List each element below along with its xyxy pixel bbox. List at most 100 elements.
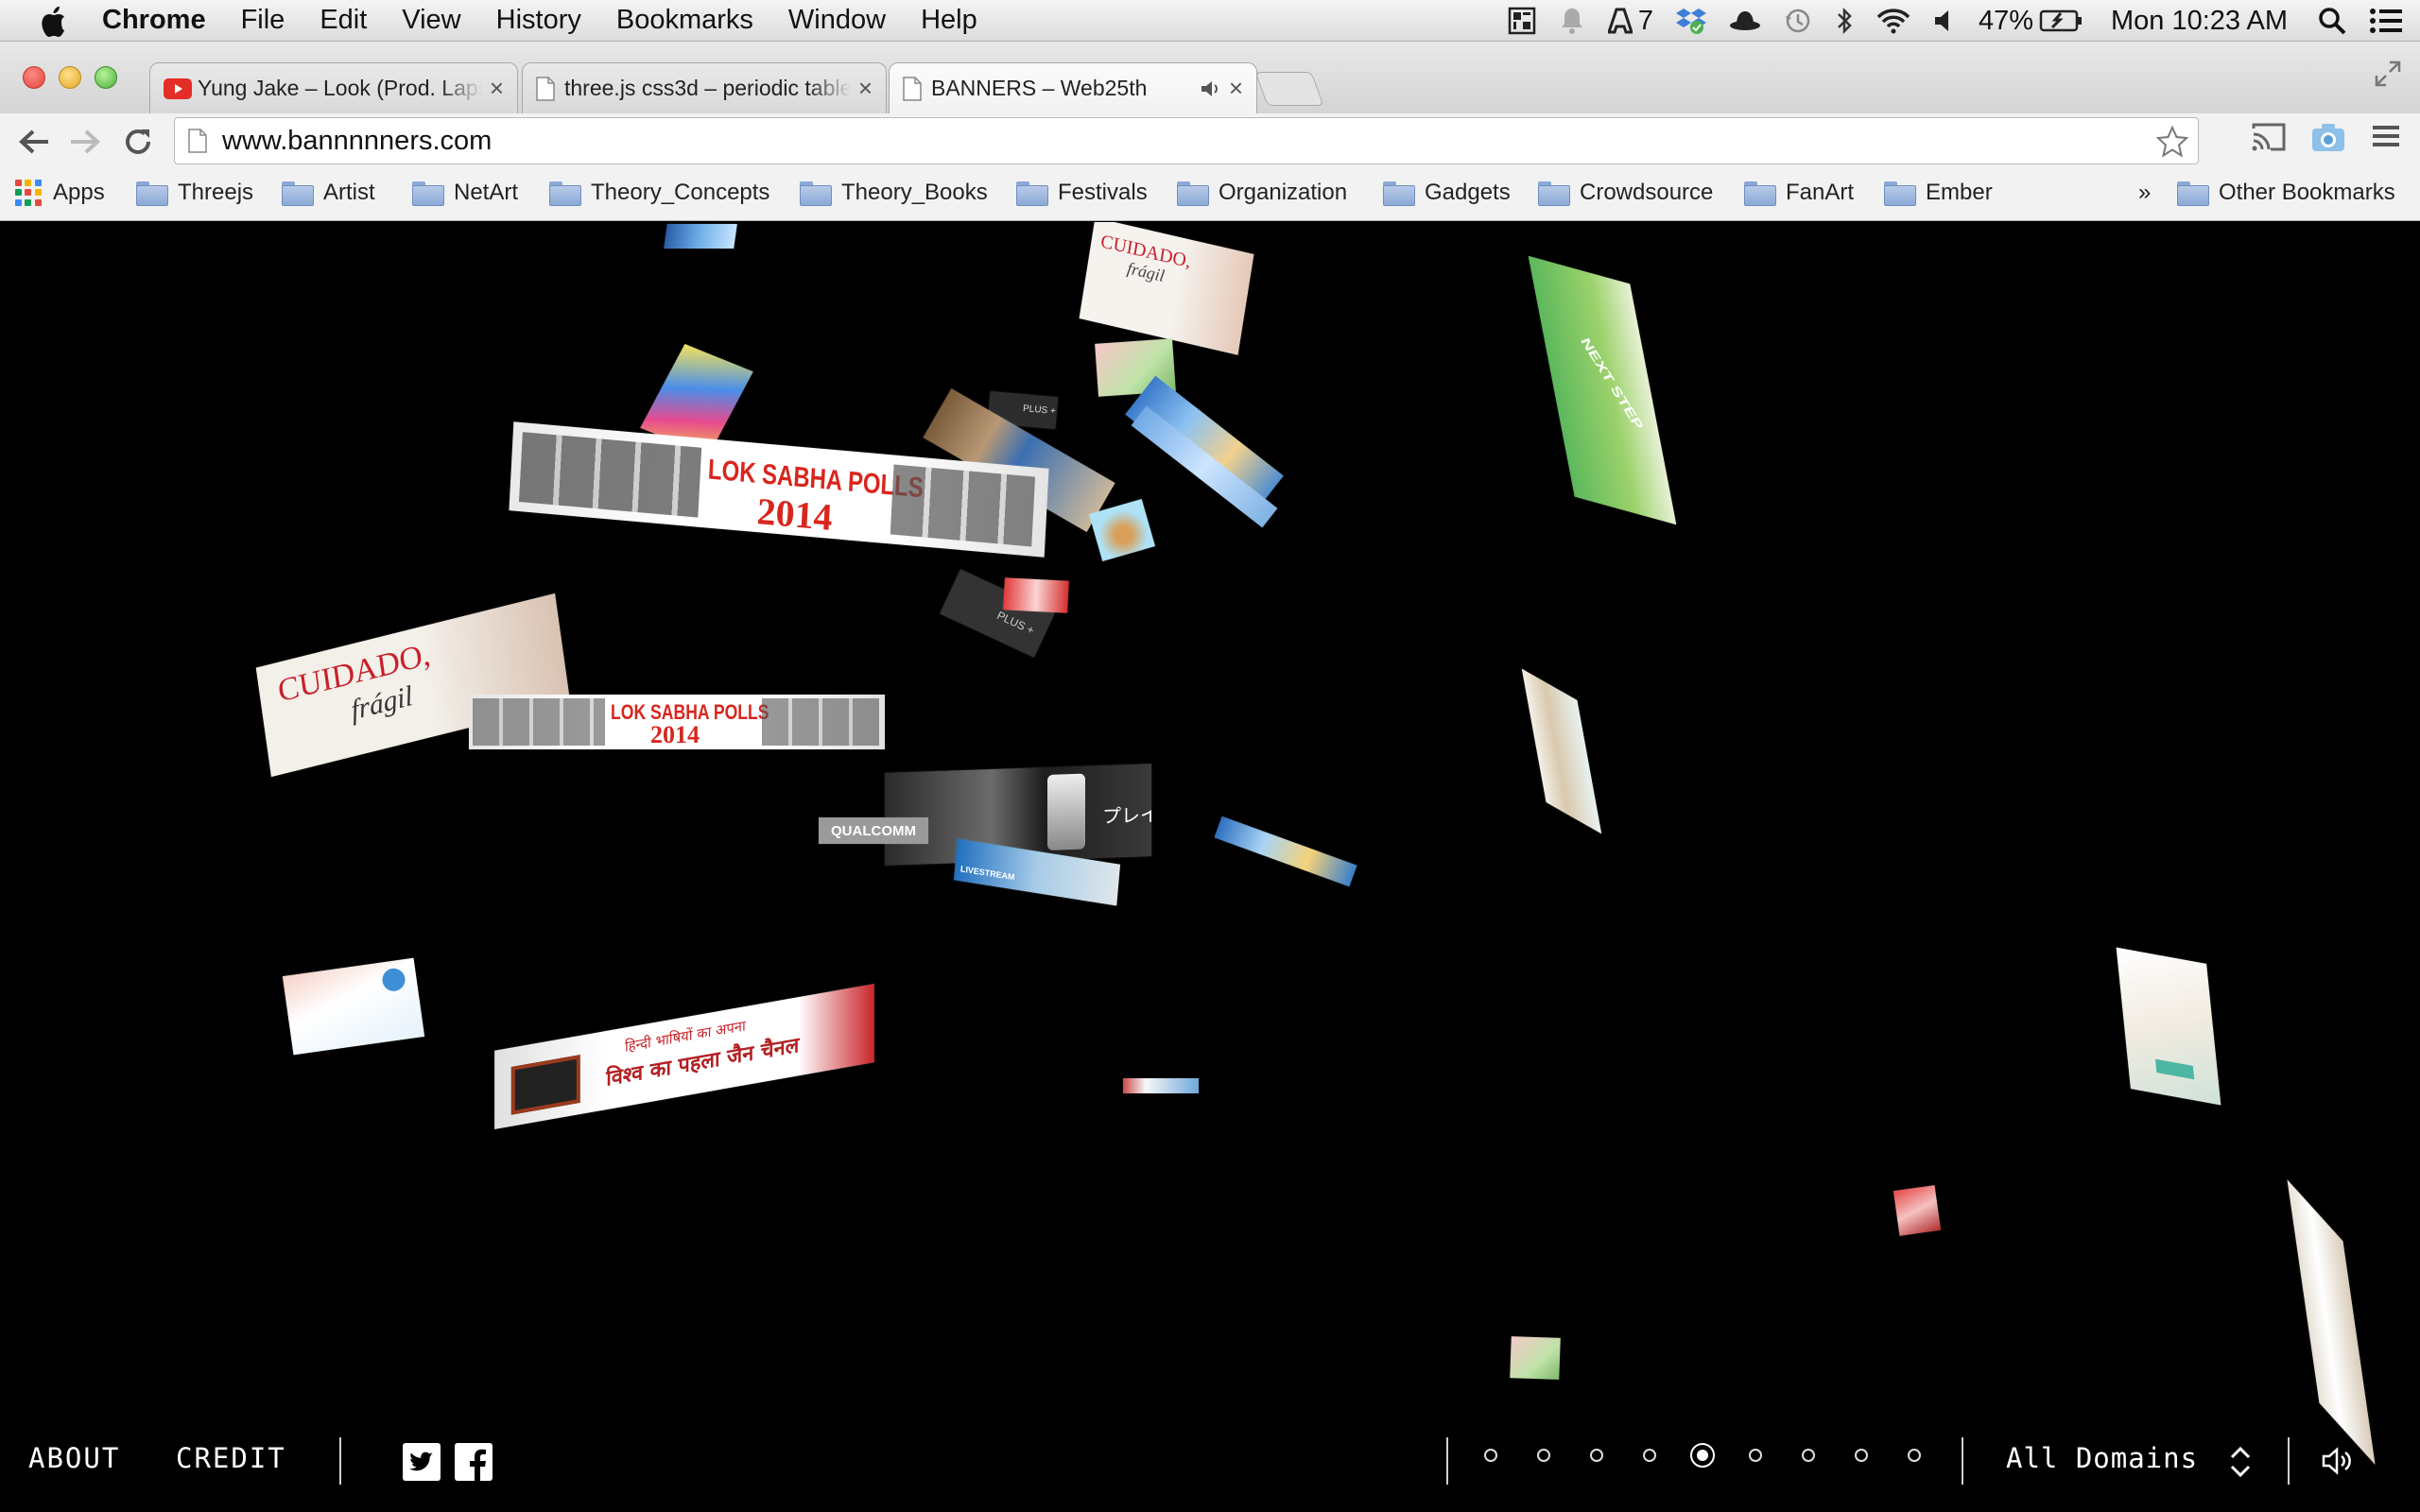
facebook-link[interactable] (455, 1443, 493, 1486)
tab-close-button[interactable]: × (858, 74, 873, 103)
tab-threejs[interactable]: three.js css3d – periodic table × (522, 62, 887, 113)
banner-hindi-jain-channel[interactable]: हिन्दी भाषियों का अपना विश्व का पहला जैन… (494, 983, 874, 1130)
bookmark-folder-gadgets[interactable]: Gadgets (1383, 180, 1511, 206)
address-bar[interactable]: www.bannnnners.com (174, 117, 2199, 164)
pagination-dot-selected[interactable] (1690, 1443, 1715, 1468)
camera-icon (2312, 124, 2344, 151)
menu-file[interactable]: File (241, 5, 285, 36)
tab-close-button[interactable]: × (1229, 74, 1243, 103)
bookmark-star-icon[interactable] (2156, 126, 2188, 158)
candidate-portraits (890, 464, 1036, 547)
menu-help[interactable]: Help (921, 5, 977, 36)
banner-product-tall-right[interactable] (2116, 947, 2221, 1106)
folder-icon (282, 181, 314, 206)
tab-banners-active[interactable]: BANNERS – Web25th × (889, 62, 1257, 113)
pagination-dot[interactable] (1590, 1449, 1603, 1462)
tab-close-button[interactable]: × (490, 74, 504, 103)
bookmark-folder-festivals[interactable]: Festivals (1016, 180, 1148, 206)
banner-ad-light-blue[interactable] (282, 957, 425, 1056)
banner-ad-thumb-red[interactable] (1003, 577, 1069, 613)
pagination-dot[interactable] (1908, 1449, 1921, 1462)
page-icon (903, 76, 922, 101)
bookmarks-overflow-chevron[interactable]: » (2138, 180, 2151, 206)
adobe-updates[interactable]: 7 (1607, 6, 1653, 37)
banner-qualcomm-logo[interactable]: QUALCOMM (819, 817, 928, 844)
domain-select[interactable]: All Domains (2006, 1442, 2198, 1474)
bookmark-folder-crowdsource[interactable]: Crowdsource (1538, 180, 1713, 206)
banner-lok-sabha-polls-small[interactable]: LOK SABHA POLLS 2014 (469, 695, 885, 749)
twitter-link[interactable] (403, 1443, 441, 1486)
bookmark-folder-theory-concepts[interactable]: Theory_Concepts (549, 180, 769, 206)
banner-campaign-green-large[interactable]: NEXT STEP (1528, 255, 1677, 525)
domain-select-toggle[interactable] (2229, 1445, 2252, 1484)
banner-cuidado-fragil-top[interactable]: CUIDADO, frágil (1079, 222, 1254, 355)
banner-blue-strip-3[interactable] (1214, 816, 1357, 887)
banner-ad-tiny-center[interactable] (1123, 1078, 1199, 1093)
bookmark-folder-threejs[interactable]: Threejs (136, 180, 253, 206)
url-text[interactable]: www.bannnnners.com (222, 126, 492, 157)
banner-cuidado-fragil-large[interactable]: CUIDADO, frágil (255, 593, 571, 778)
tab-youtube[interactable]: Yung Jake – Look (Prod. Lapse) × (149, 62, 518, 113)
forward-button[interactable] (62, 119, 108, 164)
notification-center-icon[interactable] (2369, 7, 2403, 35)
bookmark-folder-organization[interactable]: Organization (1177, 180, 1347, 206)
page-icon (188, 129, 207, 153)
folder-icon (1884, 181, 1916, 206)
pagination-dot[interactable] (1749, 1449, 1762, 1462)
screenshot-extension-button[interactable] (2310, 121, 2346, 158)
about-link[interactable]: ABOUT (28, 1442, 120, 1474)
folder-icon (2177, 181, 2209, 206)
bluetooth-icon[interactable] (1835, 7, 1854, 35)
menu-view[interactable]: View (402, 5, 460, 36)
window-zoom-button[interactable] (95, 66, 117, 89)
bookmark-folder-ember[interactable]: Ember (1884, 180, 1993, 206)
window-minimize-button[interactable] (59, 66, 81, 89)
banner-ad-thumb-green-bottom[interactable] (1510, 1336, 1561, 1380)
wifi-icon[interactable] (1876, 8, 1910, 34)
chrome-menu-button[interactable] (2371, 121, 2401, 156)
window-grid-icon[interactable] (1508, 7, 1536, 35)
notification-bell-icon[interactable] (1559, 7, 1585, 35)
menu-app-name[interactable]: Chrome (102, 5, 206, 36)
sound-toggle-button[interactable] (2322, 1447, 2354, 1480)
banners-3d-canvas[interactable]: CUIDADO, frágil NEXT STEP PLUS + PLUS + … (0, 222, 2420, 1512)
menu-window[interactable]: Window (788, 5, 886, 36)
bookmark-folder-artist[interactable]: Artist (282, 180, 375, 206)
menu-history[interactable]: History (496, 5, 581, 36)
cast-button[interactable] (2250, 121, 2288, 158)
credit-link[interactable]: CREDIT (176, 1442, 286, 1474)
fullscreen-icon[interactable] (2373, 59, 2403, 89)
menu-edit[interactable]: Edit (320, 5, 367, 36)
time-machine-icon[interactable] (1784, 7, 1812, 35)
bowler-hat-icon[interactable] (1729, 9, 1761, 32)
menu-bookmarks[interactable]: Bookmarks (616, 5, 753, 36)
window-close-button[interactable] (23, 66, 45, 89)
pagination-dot[interactable] (1643, 1449, 1656, 1462)
folder-icon (1177, 181, 1209, 206)
bookmark-folder-netart[interactable]: NetArt (412, 180, 518, 206)
back-button[interactable] (11, 119, 57, 164)
battery-status[interactable]: 47% (1979, 6, 2083, 37)
apple-menu-icon[interactable] (36, 2, 74, 40)
pagination-dot[interactable] (1855, 1449, 1868, 1462)
new-tab-button[interactable] (1254, 72, 1324, 106)
dropbox-icon[interactable] (1675, 7, 1706, 35)
bookmark-folder-theory-books[interactable]: Theory_Books (800, 180, 988, 206)
banner-ad-thumb-top[interactable] (664, 224, 737, 249)
clock[interactable]: Mon 10:23 AM (2111, 6, 2288, 37)
pagination-dot[interactable] (1802, 1449, 1815, 1462)
bookmark-label: Artist (323, 180, 375, 205)
bookmark-folder-other[interactable]: Other Bookmarks (2177, 180, 2395, 206)
browser-toolbar: www.bannnnners.com (0, 113, 2420, 170)
pagination-dot[interactable] (1537, 1449, 1550, 1462)
bookmark-apps[interactable]: Apps (15, 180, 105, 206)
reload-icon (126, 129, 150, 154)
tab-audio-icon[interactable] (1201, 79, 1221, 98)
volume-icon[interactable] (1933, 9, 1956, 33)
banner-product-tilted-mid[interactable] (1521, 668, 1602, 834)
banner-ad-thumb-red-right[interactable] (1893, 1185, 1942, 1236)
pagination-dot[interactable] (1484, 1449, 1497, 1462)
reload-button[interactable] (115, 119, 161, 164)
bookmark-folder-fanart[interactable]: FanArt (1744, 180, 1854, 206)
spotlight-search-icon[interactable] (2318, 7, 2346, 35)
